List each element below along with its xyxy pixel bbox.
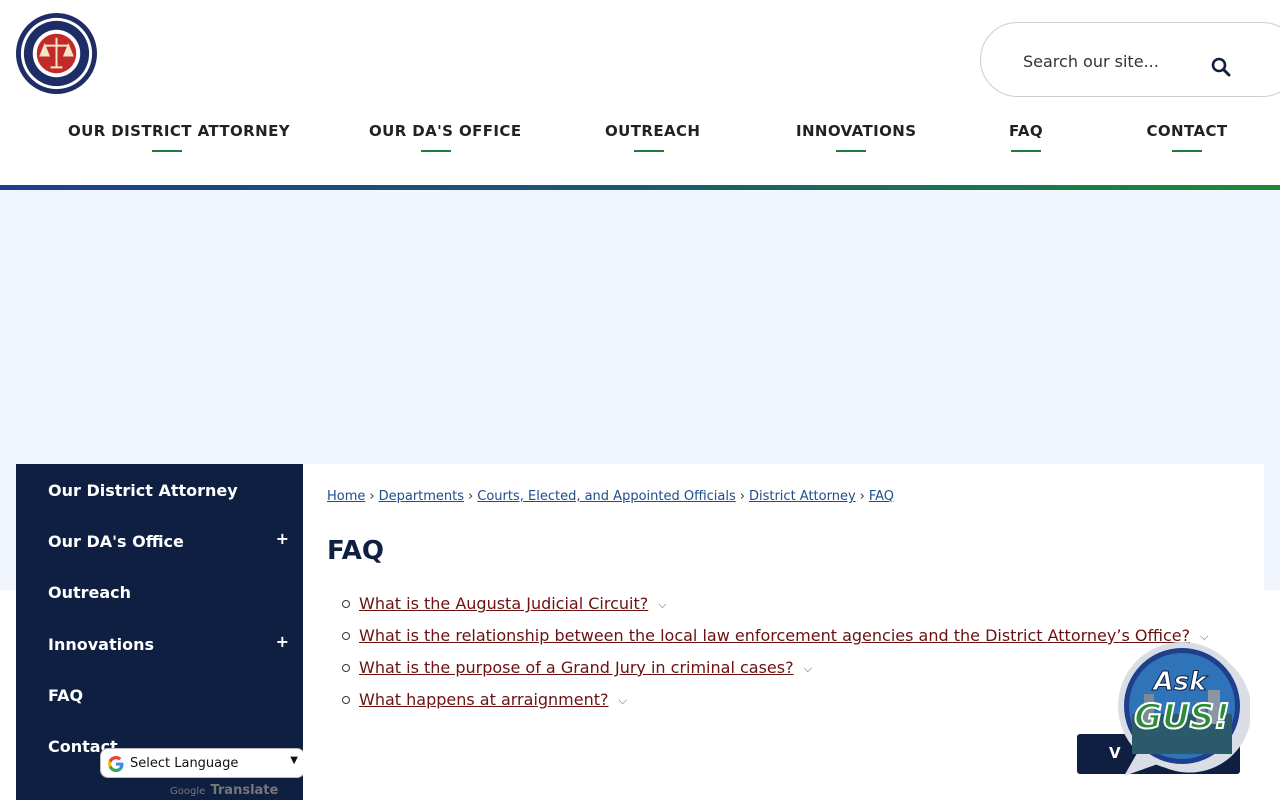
nav-underline xyxy=(634,150,664,152)
breadcrumb-separator: › xyxy=(468,489,474,504)
bullet xyxy=(342,600,350,608)
nav-label: CONTACT xyxy=(1146,122,1228,140)
google-word: Google xyxy=(170,786,206,797)
chat-widget-line1: Ask xyxy=(1152,667,1209,697)
powered-by-google[interactable]: Google Translate xyxy=(170,783,278,798)
sidebar-item-label: Our District Attorney xyxy=(48,481,238,500)
faq-question-link[interactable]: What is the relationship between the loc… xyxy=(359,626,1190,645)
nav-our-district-attorney[interactable]: OUR DISTRICT ATTORNEY xyxy=(68,122,290,158)
breadcrumb-departments[interactable]: Departments xyxy=(379,489,464,504)
plus-icon[interactable]: + xyxy=(276,529,289,548)
faq-question-link[interactable]: What is the purpose of a Grand Jury in c… xyxy=(359,658,794,677)
search-input[interactable] xyxy=(1021,47,1175,75)
sidebar-item-label: Our DA's Office xyxy=(48,532,184,551)
plus-icon[interactable]: + xyxy=(276,632,289,651)
nav-label: OUTREACH xyxy=(605,122,701,140)
page-title: FAQ xyxy=(327,536,385,566)
site-header: OUR DISTRICT ATTORNEY OUR DA'S OFFICE OU… xyxy=(0,0,1280,186)
faq-item: What is the Augusta Judicial Circuit? ⌵ xyxy=(342,594,1208,626)
bullet xyxy=(342,696,350,704)
nav-our-das-office[interactable]: OUR DA'S OFFICE xyxy=(369,122,521,158)
translate-word: Translate xyxy=(210,783,279,798)
language-select[interactable]: Select Language ▼ xyxy=(100,748,305,778)
nav-faq[interactable]: FAQ xyxy=(1008,122,1044,158)
breadcrumb: Home › Departments › Courts, Elected, and Ap… xyxy=(327,489,894,504)
site-search xyxy=(980,22,1280,97)
nav-label: OUR DA'S OFFICE xyxy=(369,122,522,140)
sidebar-item-innovations[interactable]: Innovations + xyxy=(16,620,303,666)
nav-underline xyxy=(421,150,451,152)
nav-underline xyxy=(836,150,866,152)
faq-list: What is the Augusta Judicial Circuit? ⌵ W… xyxy=(342,594,1208,722)
chevron-down-icon[interactable]: ⌵ xyxy=(658,598,666,612)
sidebar-item-label: Innovations xyxy=(48,635,154,654)
chat-widget-line2: GUS! xyxy=(1134,697,1230,737)
sidebar-item-our-das-office[interactable]: Our DA's Office + xyxy=(16,517,303,563)
breadcrumb-faq[interactable]: FAQ xyxy=(869,489,894,504)
language-select-label: Select Language xyxy=(130,756,239,771)
faq-question-link[interactable]: What is the Augusta Judicial Circuit? xyxy=(359,594,648,613)
bullet xyxy=(342,632,350,640)
chevron-down-icon[interactable]: ⌵ xyxy=(619,694,627,708)
breadcrumb-home[interactable]: Home xyxy=(327,489,365,504)
nav-label: INNOVATIONS xyxy=(796,122,917,140)
faq-question-link[interactable]: What happens at arraignment? xyxy=(359,690,609,709)
nav-label: OUR DISTRICT ATTORNEY xyxy=(68,122,290,140)
breadcrumb-separator: › xyxy=(739,489,745,504)
sidebar-item-faq[interactable]: FAQ xyxy=(16,671,303,717)
nav-contact[interactable]: CONTACT xyxy=(1146,122,1228,158)
main-navigation: OUR DISTRICT ATTORNEY OUR DA'S OFFICE OU… xyxy=(0,122,1280,162)
faq-item: What is the purpose of a Grand Jury in c… xyxy=(342,658,1208,690)
select-caret-icon: ▼ xyxy=(290,755,298,766)
nav-innovations[interactable]: INNOVATIONS xyxy=(796,122,916,158)
nav-underline xyxy=(151,150,182,152)
sidebar-item-outreach[interactable]: Outreach xyxy=(16,568,303,614)
sidebar-item-label: Outreach xyxy=(48,583,132,602)
faq-item: What happens at arraignment? ⌵ xyxy=(342,690,1208,722)
ask-gus-chat-widget[interactable]: Ask GUS! xyxy=(1110,636,1250,780)
nav-outreach[interactable]: OUTREACH xyxy=(605,122,700,158)
breadcrumb-separator: › xyxy=(859,489,865,504)
breadcrumb-courts[interactable]: Courts, Elected, and Appointed Officials xyxy=(477,489,736,504)
google-g-icon xyxy=(108,756,124,772)
search-icon[interactable] xyxy=(1211,57,1231,77)
breadcrumb-separator: › xyxy=(369,489,375,504)
breadcrumb-district-attorney[interactable]: District Attorney xyxy=(749,489,856,504)
nav-underline xyxy=(1011,150,1041,152)
faq-item: What is the relationship between the loc… xyxy=(342,626,1208,658)
nav-underline xyxy=(1172,150,1202,152)
district-attorney-seal-logo[interactable] xyxy=(15,12,98,95)
chevron-down-icon[interactable]: ⌵ xyxy=(804,662,812,676)
sidebar-item-label: FAQ xyxy=(48,686,84,705)
nav-label: FAQ xyxy=(1008,122,1044,140)
sidebar-item-our-district-attorney[interactable]: Our District Attorney xyxy=(16,466,303,512)
bullet xyxy=(342,664,350,672)
